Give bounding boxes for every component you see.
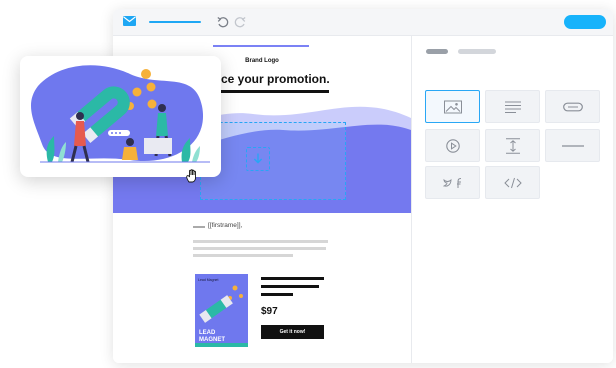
lead-magnet-illustration: Lead Magnet LEAD MAGNET [195,274,248,347]
image-drop-zone[interactable] [200,122,346,200]
tab-settings[interactable] [458,49,496,54]
book-title-line1: LEAD [199,330,216,336]
image-block-tile[interactable] [425,90,480,123]
save-button[interactable] [564,15,606,29]
text-block-tile[interactable] [485,90,540,123]
video-block-tile[interactable] [425,129,480,162]
redo-icon[interactable] [233,15,247,29]
social-block-tile[interactable] [425,166,480,199]
lead-magnet-book-image[interactable]: Lead Magnet LEAD MAGNET [195,274,248,347]
button-block-tile[interactable] [545,90,600,123]
code-icon [503,177,522,188]
product-title-line [261,285,319,288]
toolbar-progress-line [149,21,201,23]
merge-tag-text[interactable]: [[firstrame]], [208,222,242,229]
download-icon[interactable] [246,147,270,171]
hand-cursor-icon [186,169,196,183]
text-placeholder-line [193,247,326,250]
merge-tag-dash [193,226,205,228]
headline-underline [203,90,329,93]
social-icon [442,177,461,188]
text-icon [504,101,521,113]
html-block-tile[interactable] [485,166,540,199]
undo-icon[interactable] [216,15,230,29]
book-top-text: Lead Magnet [198,278,218,282]
divider-block-tile[interactable] [545,129,600,162]
content-blocks-panel [411,36,613,363]
tab-content[interactable] [426,49,448,54]
mail-icon[interactable] [123,16,136,26]
play-icon [445,138,460,153]
product-price: $97 [261,306,278,317]
product-title-line [261,293,293,296]
get-it-now-button[interactable]: Get it now! [261,325,324,339]
image-icon [443,100,462,113]
product-title-line [261,277,324,280]
spacer-icon [505,137,520,154]
text-placeholder-line [193,254,293,257]
stage: Brand Logo duce your promotion. [[firstr… [0,0,616,368]
text-placeholder-line [193,240,328,243]
spacer-block-tile[interactable] [485,129,540,162]
divider-icon [561,144,584,147]
editor-toolbar [113,9,613,36]
book-title-line2: MAGNET [199,337,225,343]
magnet-illustration [30,65,210,163]
lead-magnet-illustration-card [20,56,221,177]
button-icon [562,102,583,111]
header-selection-line [213,45,309,47]
